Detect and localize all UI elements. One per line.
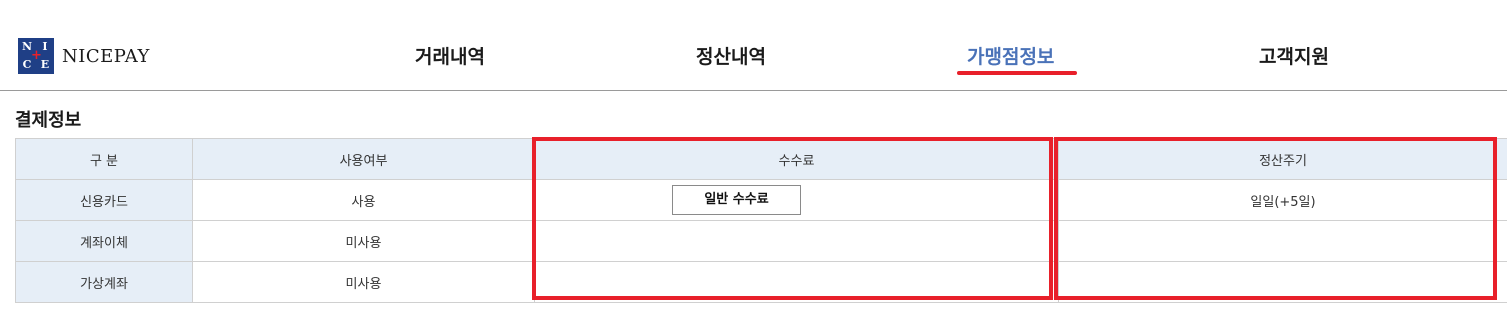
active-tab-indicator [957,71,1077,75]
row-cycle [1058,220,1507,262]
nicepay-logo[interactable]: N I C E + NICEPAY [18,38,150,74]
row-usage: 사용 [192,179,535,221]
row-usage: 미사용 [192,261,535,303]
row-fee [534,261,1059,303]
nav-transactions[interactable]: 거래내역 [415,42,485,69]
row-fee: 일반 수수료 [534,179,1059,221]
nav-settlement[interactable]: 정산내역 [696,42,766,69]
column-header-fee: 수수료 [534,138,1059,180]
table-row: 신용카드 사용 일반 수수료 일일(+5일) [15,179,1507,221]
row-type: 가상계좌 [15,261,193,303]
payment-info-table: 구 분 사용여부 수수료 정산주기 신용카드 사용 일반 수수료 일일(+5일)… [15,138,1507,303]
nav-merchant-info[interactable]: 가맹점정보 [967,42,1054,69]
row-cycle [1058,261,1507,303]
row-cycle: 일일(+5일) [1058,179,1507,221]
top-header: N I C E + NICEPAY 거래내역 정산내역 가맹점정보 고객지원 [0,0,1507,91]
column-header-type: 구 분 [15,138,193,180]
nav-customer-support[interactable]: 고객지원 [1259,42,1329,69]
table-row: 계좌이체 미사용 [15,220,1507,262]
row-type: 신용카드 [15,179,193,221]
row-usage: 미사용 [192,220,535,262]
general-fee-button[interactable]: 일반 수수료 [672,185,801,215]
nice-logo-icon: N I C E + [18,38,54,74]
row-type: 계좌이체 [15,220,193,262]
table-header-row: 구 분 사용여부 수수료 정산주기 [15,138,1507,180]
column-header-cycle: 정산주기 [1058,138,1507,180]
table-row: 가상계좌 미사용 [15,261,1507,303]
column-header-usage: 사용여부 [192,138,535,180]
row-fee [534,220,1059,262]
section-title: 결제정보 [15,110,82,131]
brand-name: NICEPAY [62,45,150,67]
